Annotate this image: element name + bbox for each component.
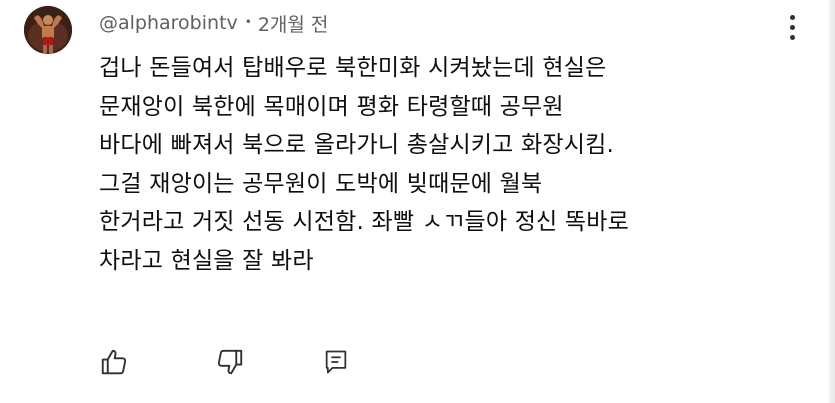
comment-line: 차라고 현실을 잘 봐라 [99,247,314,274]
more-vertical-icon-dot [789,34,795,40]
separator-dot: • [244,15,252,29]
comment-line: 겁나 돈들여서 탑배우로 북한미화 시켜놨는데 현실은 [99,55,607,81]
comment-line: 그걸 재앙이는 공무원이 도박에 빚때문에 월북 [99,170,543,197]
more-options-button[interactable] [780,10,804,44]
comment-time[interactable]: 2개월 전 [258,10,329,37]
comment-line: 바다에 빠져서 북으로 올라가니 총살시키고 화장시킴. [99,132,614,158]
reply-comment-icon [325,350,347,374]
like-button[interactable] [96,344,132,380]
comment-line: 한거라고 거짓 선동 시전함. 좌빨 ㅅㄲ들아 정신 똑바로 [99,209,630,235]
comment-actions [96,344,354,380]
comment-header: @alpharobintv • 2개월 전 [99,9,328,37]
comment-text: 겁나 돈들여서 탑배우로 북한미화 시켜놨는데 현실은 문재앙이 북한에 목매이… [99,49,799,280]
more-vertical-icon [789,14,795,20]
comment-card: @alpharobintv • 2개월 전 겁나 돈들여서 탑배우로 북한미화 … [0,0,835,403]
avatar[interactable] [24,6,72,54]
avatar-image [24,6,72,54]
scroll-edge [829,0,835,403]
dislike-button[interactable] [212,344,248,380]
comment-line: 문재앙이 북한에 목매이며 평화 타령할때 공무원 [99,93,564,120]
thumbs-down-icon [217,349,243,375]
thumbs-up-icon [101,349,127,375]
author-name[interactable]: @alpharobintv [99,12,238,34]
reply-button[interactable] [318,344,354,380]
more-vertical-icon-dot [789,24,795,30]
